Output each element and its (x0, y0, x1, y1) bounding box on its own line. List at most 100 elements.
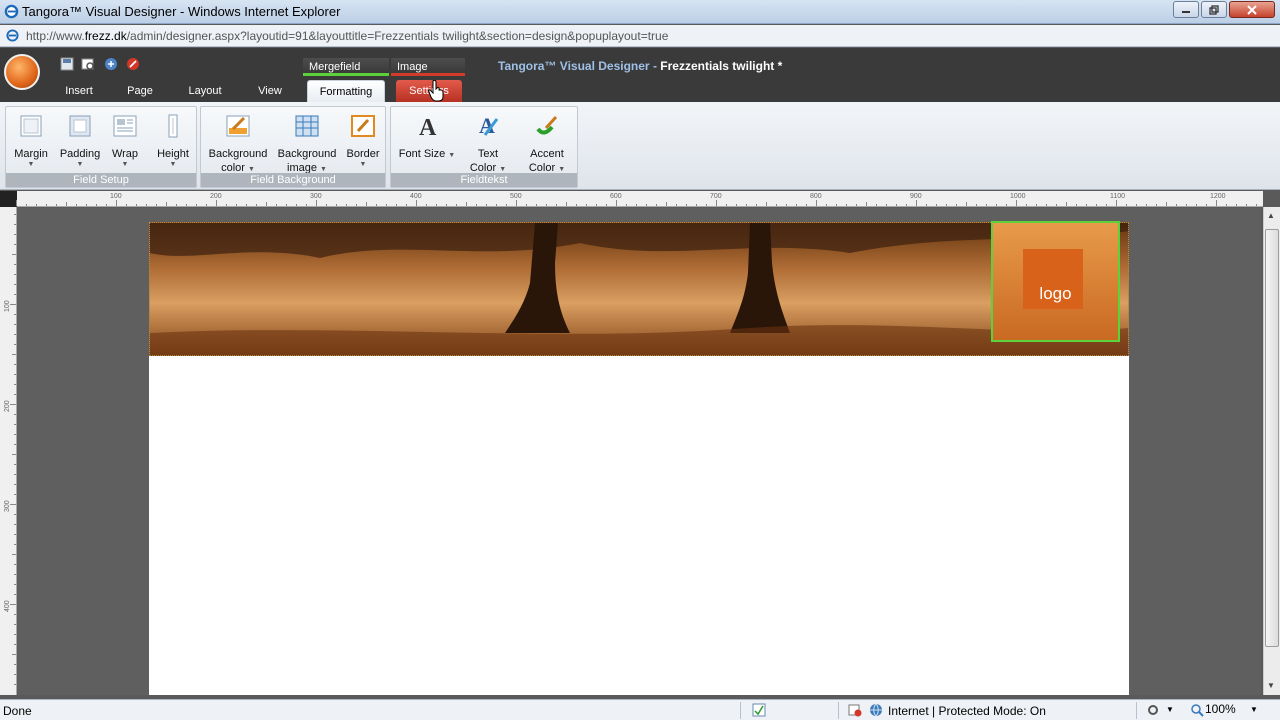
ruler-tick (1056, 204, 1057, 206)
ruler-tick (636, 204, 637, 206)
logo-label: logo (1039, 284, 1072, 303)
ruler-tick (206, 204, 207, 206)
ruler-tick (456, 204, 457, 206)
address-bar[interactable]: http://www.frezz.dk/admin/designer.aspx?… (0, 25, 1280, 47)
vertical-scrollbar[interactable]: ▲ ▼ (1263, 207, 1280, 695)
wrap-label: Wrap (111, 148, 139, 160)
settings-dropdown-icon[interactable]: ▼ (1166, 705, 1180, 719)
app-title-name: Tangora™ Visual Designer (498, 59, 650, 73)
tab-layout[interactable]: Layout (180, 80, 230, 102)
ruler-tick (846, 204, 847, 206)
zoom-level[interactable]: 100% (1205, 702, 1236, 716)
ruler-tick (1106, 204, 1107, 206)
ruler-tick (1046, 204, 1047, 206)
zoom-icon[interactable] (1190, 703, 1204, 717)
ruler-tick (14, 534, 16, 535)
ruler-tick (14, 244, 16, 245)
ruler-tick (656, 204, 657, 206)
accent-color-button[interactable]: Accent Color ▼ (521, 113, 573, 175)
wrap-dropdown-icon: ▼ (121, 161, 129, 168)
border-icon (351, 115, 375, 137)
ruler-label: 500 (510, 193, 522, 200)
ruler-tick (12, 454, 16, 455)
ruler-tick (316, 200, 317, 206)
ruler-tick (14, 224, 16, 225)
ruler-tick (1086, 204, 1087, 206)
ruler-tick (1206, 204, 1207, 206)
background-color-button[interactable]: Background color ▼ (206, 113, 270, 175)
ruler-tick (14, 364, 16, 365)
ruler-tick (386, 204, 387, 206)
ruler-tick (76, 204, 77, 206)
ruler-tick (936, 204, 937, 206)
preview-icon[interactable] (81, 57, 95, 71)
minimize-button[interactable] (1173, 1, 1199, 18)
cancel-icon[interactable] (126, 57, 140, 71)
group-label-fieldtekst: Fieldtekst (391, 173, 577, 187)
ruler-tick (506, 204, 507, 206)
ruler-tick (14, 644, 16, 645)
settings-icon[interactable] (1146, 703, 1160, 717)
ruler-tick (276, 204, 277, 206)
ruler-tick (14, 444, 16, 445)
tab-view[interactable]: View (250, 80, 290, 102)
ruler-tick (696, 204, 697, 206)
zoom-dropdown-icon[interactable]: ▼ (1250, 705, 1264, 719)
save-icon[interactable] (60, 57, 74, 71)
minimize-icon (1182, 10, 1190, 13)
ruler-tick (186, 204, 187, 206)
context-tab-mergefield[interactable]: Mergefield (303, 58, 389, 76)
height-label: Height (157, 148, 189, 160)
text-color-dropdown-icon: ▼ (499, 166, 507, 173)
publish-icon[interactable] (104, 57, 118, 71)
tab-page[interactable]: Page (117, 80, 163, 102)
ruler-tick (856, 204, 857, 206)
security-zone-text: Internet | Protected Mode: On (888, 704, 1046, 718)
header-banner-image[interactable] (149, 222, 1129, 356)
border-button[interactable]: Border ▼ (343, 113, 383, 169)
maximize-button[interactable] (1201, 1, 1227, 18)
text-color-button[interactable]: A Text Color ▼ (463, 113, 513, 175)
ruler-tick (466, 202, 467, 206)
ruler-label: 1100 (1110, 193, 1126, 200)
ruler-tick (426, 204, 427, 206)
ruler-tick (1016, 200, 1017, 206)
ruler-tick (14, 634, 16, 635)
close-window-button[interactable] (1229, 1, 1275, 18)
tab-formatting[interactable]: Formatting (307, 80, 385, 102)
tab-insert[interactable]: Insert (53, 80, 105, 102)
ruler-tick (996, 204, 997, 206)
font-size-button[interactable]: A Font Size ▼ (397, 113, 457, 161)
background-image-button[interactable]: Background image ▼ (274, 113, 340, 175)
padding-button[interactable]: Padding ▼ (58, 113, 102, 169)
ruler-label: 100 (110, 193, 122, 200)
ruler-tick (12, 254, 16, 255)
ruler-tick (14, 494, 16, 495)
height-button[interactable]: Height ▼ (154, 113, 192, 169)
ruler-tick (1246, 204, 1247, 206)
ruler-tick (686, 204, 687, 206)
ruler-tick (626, 204, 627, 206)
ruler-tick (1236, 204, 1237, 206)
ruler-tick (576, 204, 577, 206)
font-size-label: Font Size (398, 148, 446, 160)
logo-placeholder[interactable]: logo (991, 221, 1120, 342)
context-tab-image[interactable]: Image (391, 58, 465, 76)
scroll-up-icon[interactable]: ▲ (1267, 211, 1275, 220)
ribbon-panel: Margin ▼ Padding ▼ Wrap ▼ Height ▼ Field… (0, 102, 1280, 190)
url-text[interactable]: http://www.frezz.dk/admin/designer.aspx?… (26, 29, 668, 43)
margin-button[interactable]: Margin ▼ (12, 113, 50, 169)
app-logo-button[interactable] (4, 54, 40, 90)
ruler-tick (1126, 204, 1127, 206)
ruler-tick (14, 484, 16, 485)
scroll-down-icon[interactable]: ▼ (1267, 681, 1275, 690)
ruler-tick (326, 204, 327, 206)
ruler-label: 200 (210, 193, 222, 200)
background-color-dropdown-icon: ▼ (247, 166, 255, 173)
ruler-tick (796, 204, 797, 206)
text-color-label-1: Text (477, 148, 499, 160)
ruler-tick (256, 204, 257, 206)
app-header: Mergefield Image Tangora™ Visual Designe… (0, 48, 1280, 102)
scrollbar-thumb[interactable] (1265, 229, 1279, 647)
wrap-button[interactable]: Wrap ▼ (107, 113, 143, 169)
